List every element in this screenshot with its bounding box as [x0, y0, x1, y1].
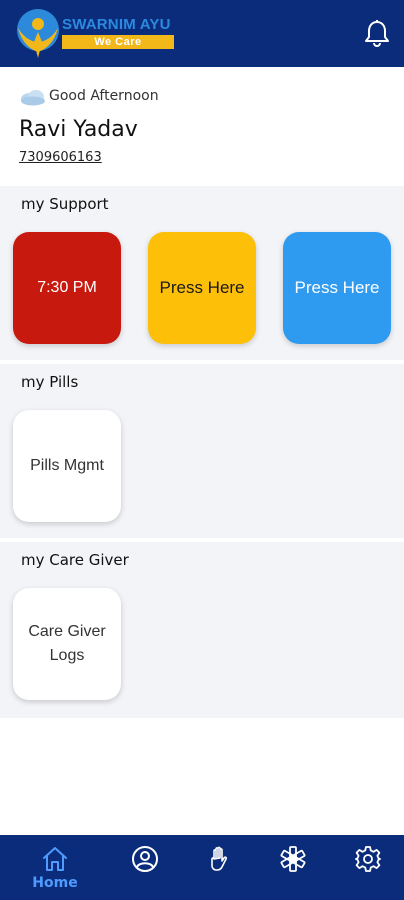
pills-mgmt-tile[interactable]: Pills Mgmt: [13, 410, 121, 522]
nav-settings[interactable]: [337, 835, 399, 900]
nav-home[interactable]: Home: [24, 835, 86, 900]
star-of-life-icon: [280, 846, 306, 872]
app-tagline: We Care: [62, 35, 174, 49]
support-section: my Support 7:30 PM Press Here Press Here: [0, 186, 404, 360]
pills-section: my Pills Pills Mgmt: [0, 364, 404, 538]
support-section-title: my Support: [21, 195, 109, 213]
app-logo: SWARNIM AYU We Care: [12, 8, 187, 60]
app-header: SWARNIM AYU We Care: [0, 0, 404, 67]
nav-hand[interactable]: [189, 835, 251, 900]
support-time-tile[interactable]: 7:30 PM: [13, 232, 121, 344]
pills-section-title: my Pills: [21, 373, 79, 391]
support-press-here-yellow-button[interactable]: Press Here: [148, 232, 256, 344]
nav-profile[interactable]: [114, 835, 176, 900]
caregiver-section-title: my Care Giver: [21, 551, 129, 569]
nav-medical[interactable]: [262, 835, 324, 900]
caregiver-logs-tile[interactable]: Care Giver Logs: [13, 588, 121, 700]
caregiver-section: my Care Giver Care Giver Logs: [0, 542, 404, 718]
settings-gear-icon: [355, 846, 381, 872]
bottom-nav: Home: [0, 835, 404, 900]
swarnim-ayu-logo-icon: [17, 9, 59, 58]
home-icon: [43, 847, 67, 871]
user-phone[interactable]: 7309606163: [19, 150, 102, 165]
user-name: Ravi Yadav: [19, 117, 138, 142]
bell-icon[interactable]: [364, 19, 390, 47]
hand-icon: [211, 846, 228, 871]
greeting-text: Good Afternoon: [49, 88, 159, 104]
support-press-here-blue-button[interactable]: Press Here: [283, 232, 391, 344]
nav-home-label: Home: [32, 875, 78, 891]
cloud-icon: [21, 90, 45, 106]
profile-icon: [132, 846, 158, 872]
app-brand-name: SWARNIM AYU: [62, 16, 171, 33]
